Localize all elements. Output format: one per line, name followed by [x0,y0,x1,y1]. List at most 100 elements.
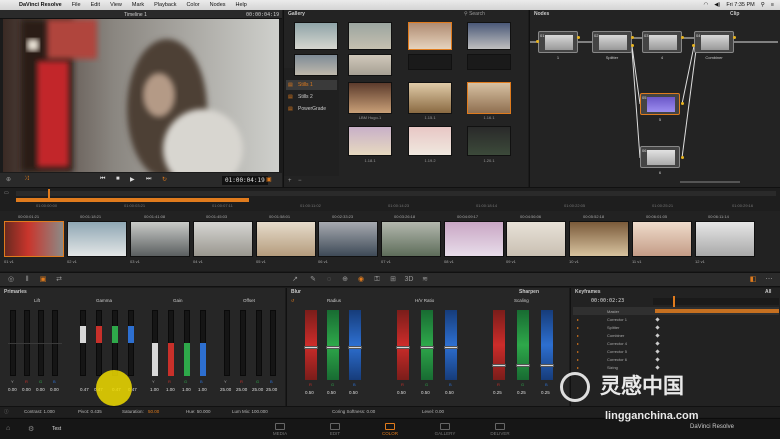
gain-y-value[interactable]: 1.00 [150,387,159,392]
node-output-dot[interactable] [681,36,684,39]
hv-g-handle[interactable] [420,346,434,349]
hv-g-slider[interactable] [421,310,433,380]
level-value[interactable]: Level: 0.00 [422,409,444,414]
keyframe-row-master[interactable]: Master [573,307,779,315]
scaling-g-value[interactable]: 0.25 [517,390,526,395]
keyframe-diamond[interactable] [655,364,660,370]
node-input-dot[interactable] [692,44,695,47]
still-thumb[interactable] [348,126,392,156]
keyframe-icon[interactable]: ≋ [420,275,430,285]
still-thumb[interactable] [294,54,338,76]
still-thumb[interactable] [408,54,452,70]
clip-thumbnail[interactable] [130,221,190,257]
options-icon[interactable]: ⋯ [764,275,774,285]
radius-g-handle[interactable] [326,346,340,349]
saturation-value[interactable]: 50.00 [148,409,159,414]
still-thumb[interactable] [348,22,392,50]
3d-icon[interactable]: 3D [404,275,414,285]
qualifier-icon[interactable]: ✎ [308,275,318,285]
expand-icon[interactable]: ▸ [577,357,579,362]
hv-r-handle[interactable] [396,346,410,349]
node-5[interactable]: 05 [640,93,680,115]
scaling-b-slider[interactable] [541,310,553,380]
radius-g-slider[interactable] [327,310,339,380]
remove-album-icon[interactable]: − [298,178,302,184]
zoom-icon[interactable]: ⊕ [6,176,11,183]
offset-r-value[interactable]: 25.00 [236,387,247,392]
menu-edit[interactable]: Edit [86,2,105,8]
skip-back-icon[interactable]: ⏮ [100,176,105,183]
playhead[interactable] [48,189,50,201]
clip-thumbnail[interactable] [506,221,566,257]
radius-r-value[interactable]: 0.50 [305,390,314,395]
contrast-value[interactable]: Contrast: 1.000 [24,409,55,414]
keyframe-diamond[interactable] [655,356,660,362]
wheels-icon[interactable]: ◎ [6,275,16,285]
clip-thumbnail[interactable] [632,221,692,257]
lift-y-value[interactable]: 0.00 [8,387,17,392]
page-gallery[interactable]: GALLERY [425,423,465,436]
album-powergrade[interactable]: ▤ PowerGrade [286,104,337,114]
blur-icon[interactable]: ◉ [356,275,366,285]
gamma-r-slider[interactable] [96,310,102,376]
node-splitter[interactable]: 02 [592,31,632,53]
keyframe-diamond[interactable] [655,332,660,338]
offset-y-value[interactable]: 25.00 [220,387,231,392]
bars-icon[interactable]: ⦀ [22,275,32,285]
mini-timeline[interactable] [16,191,776,196]
still-thumb[interactable] [348,54,392,76]
expand-icon[interactable]: ▸ [577,365,579,370]
hue-value[interactable]: Hue: 50.000 [186,409,211,414]
printer-lights-icon[interactable]: ▣ [38,275,48,285]
wifi-icon[interactable]: ◠ [703,2,708,8]
expand-icon[interactable]: ▸ [577,349,579,354]
album-stills-2[interactable]: ▤ Stills 2 [286,92,337,102]
keyframe-diamond[interactable] [655,324,660,330]
node-output-dot[interactable] [577,36,580,39]
still-thumb[interactable] [467,126,511,156]
still-thumb[interactable] [294,22,338,50]
curves-icon[interactable]: ↗ [290,275,300,285]
loop-icon[interactable]: ↻ [162,176,167,183]
reset-icon[interactable]: ↺ [291,298,294,303]
radius-r-handle[interactable] [304,346,318,349]
timeline-ruler[interactable]: ▭ 01:00:00:00 01:00:03:21 01:00:07:11 01… [0,187,780,211]
clip-thumbnail[interactable] [67,221,127,257]
keyframe-row[interactable]: ▸ Corrector 5 [573,347,779,355]
menu-view[interactable]: View [105,2,127,8]
menubar-clock[interactable]: Fri 7:35 PM [726,2,754,8]
hv-b-value[interactable]: 0.50 [445,390,454,395]
gamma-y-slider[interactable] [80,310,86,376]
still-thumb-selected[interactable] [408,22,452,50]
search-icon[interactable]: ⚲ [761,2,765,8]
gamma-g-slider[interactable] [112,310,118,376]
keyframe-diamond[interactable] [655,348,660,354]
keyframes-mode[interactable]: All [765,289,771,295]
lift-b-value[interactable]: 0.00 [50,387,59,392]
menu-playback[interactable]: Playback [149,2,181,8]
keyframe-row[interactable]: ▸ Splitter [573,323,779,331]
coring-softness-value[interactable]: Coring Softness: 0.00 [332,409,375,414]
offset-r-slider[interactable] [240,310,246,376]
scaling-g-slider[interactable] [517,310,529,380]
clip-thumbnail[interactable] [318,221,378,257]
gain-b-value[interactable]: 1.00 [198,387,207,392]
offset-g-slider[interactable] [256,310,262,376]
key-icon[interactable]: ⚿ [372,275,382,285]
node-output-dot[interactable] [631,44,634,47]
gamma-y-value[interactable]: 0.47 [80,387,89,392]
play-icon[interactable]: ▶ [130,176,135,183]
menu-mark[interactable]: Mark [127,2,149,8]
keyframe-row[interactable]: ▸ Combiner [573,331,779,339]
still-thumb[interactable] [467,54,511,70]
page-deliver[interactable]: DELIVER [480,423,520,436]
keyframe-row[interactable]: ▸ Corrector 6 [573,355,779,363]
home-icon[interactable]: ⌂ [6,425,10,432]
scaling-g-handle[interactable] [516,364,530,367]
hv-r-value[interactable]: 0.50 [397,390,406,395]
keyframe-ruler[interactable] [653,298,779,305]
tracker-icon[interactable]: ⊕ [340,275,350,285]
keyframe-diamond[interactable] [655,316,660,322]
clip-thumbnail[interactable] [256,221,316,257]
node-6[interactable]: 06 [640,146,680,168]
